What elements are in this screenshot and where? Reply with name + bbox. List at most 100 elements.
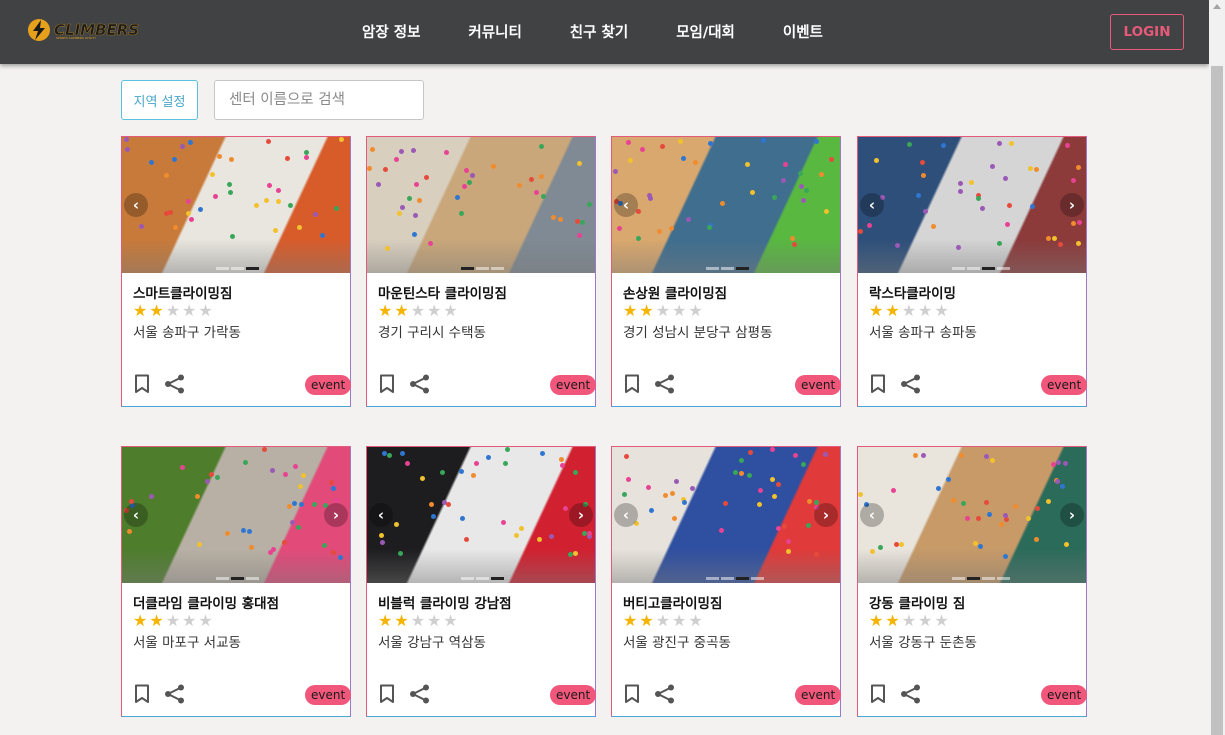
carousel-dot[interactable]	[216, 577, 229, 580]
gym-name[interactable]: 버티고클라이밍짐	[623, 592, 722, 612]
carousel-dot[interactable]	[231, 267, 244, 270]
share-icon[interactable]	[900, 374, 922, 394]
gym-photo-carousel[interactable]: ‹ ›	[858, 447, 1086, 583]
scroll-up-arrow-icon[interactable]	[1213, 4, 1221, 9]
carousel-dot[interactable]	[751, 577, 764, 580]
gym-photo-carousel[interactable]: ‹ ›	[122, 447, 350, 583]
region-setting-button[interactable]: 지역 설정	[121, 80, 198, 120]
nav-events[interactable]: 이벤트	[783, 21, 823, 42]
event-badge[interactable]: event	[1041, 685, 1088, 705]
carousel-dot[interactable]	[736, 267, 749, 270]
page-scrollbar[interactable]	[1209, 0, 1225, 735]
bookmark-icon[interactable]	[379, 684, 395, 704]
carousel-dot[interactable]	[721, 267, 734, 270]
bookmark-icon[interactable]	[134, 684, 150, 704]
event-badge[interactable]: event	[550, 685, 597, 705]
nav-meetups[interactable]: 모임/대회	[676, 21, 735, 42]
carousel-dot[interactable]	[997, 267, 1010, 270]
carousel-dot[interactable]	[736, 577, 749, 580]
climbing-hold	[334, 206, 339, 211]
carousel-dot[interactable]	[721, 577, 734, 580]
gym-card[interactable]: ‹ › 더클라임 클라이밍 홍대점 ★ ★ ★ ★ ★ 서울 마포구 서교동 event	[121, 446, 352, 717]
gym-photo-carousel[interactable]	[367, 137, 595, 273]
event-badge[interactable]: event	[550, 375, 597, 395]
bookmark-icon[interactable]	[134, 374, 150, 394]
gym-name[interactable]: 마운틴스타 클라이밍짐	[378, 282, 507, 302]
gym-name[interactable]: 강동 클라이밍 짐	[869, 592, 965, 612]
login-button[interactable]: LOGIN	[1110, 14, 1184, 50]
carousel-dot[interactable]	[967, 267, 980, 270]
bookmark-icon[interactable]	[870, 684, 886, 704]
carousel-dot[interactable]	[246, 267, 259, 270]
gym-name[interactable]: 스마트클라이밍짐	[133, 282, 232, 302]
bookmark-icon[interactable]	[379, 374, 395, 394]
carousel-dot[interactable]	[246, 577, 259, 580]
gym-name[interactable]: 락스타클라이밍	[869, 282, 956, 302]
nav-find-friends[interactable]: 친구 찾기	[570, 21, 628, 42]
gym-card[interactable]: 마운틴스타 클라이밍짐 ★ ★ ★ ★ ★ 경기 구리시 수택동 event	[366, 136, 597, 407]
carousel-prev-button[interactable]: ‹	[614, 503, 638, 527]
nav-community[interactable]: 커뮤니티	[468, 21, 521, 42]
gym-card[interactable]: ‹ › 버티고클라이밍짐 ★ ★ ★ ★ ★ 서울 광진구 중곡동 event	[611, 446, 842, 717]
carousel-prev-button[interactable]: ‹	[860, 193, 884, 217]
carousel-dot[interactable]	[982, 577, 995, 580]
event-badge[interactable]: event	[795, 685, 842, 705]
carousel-dot[interactable]	[706, 267, 719, 270]
carousel-prev-button[interactable]: ‹	[614, 193, 638, 217]
event-badge[interactable]: event	[305, 375, 352, 395]
gym-card[interactable]: ‹ › 비블럭 클라이밍 강남점 ★ ★ ★ ★ ★ 서울 강남구 역삼동 event	[366, 446, 597, 717]
gym-photo-carousel[interactable]: ‹ ›	[612, 447, 840, 583]
carousel-prev-button[interactable]: ‹	[369, 503, 393, 527]
event-badge[interactable]: event	[1041, 375, 1088, 395]
gym-photo-carousel[interactable]: ‹ ›	[858, 137, 1086, 273]
gym-photo-carousel[interactable]: ‹ ›	[367, 447, 595, 583]
carousel-dot[interactable]	[952, 577, 965, 580]
gym-name[interactable]: 손상원 클라이밍짐	[623, 282, 727, 302]
carousel-dot[interactable]	[476, 577, 489, 580]
share-icon[interactable]	[654, 684, 676, 704]
carousel-dot[interactable]	[231, 577, 244, 580]
nav-gym-info[interactable]: 암장 정보	[362, 21, 420, 42]
bookmark-icon[interactable]	[870, 374, 886, 394]
carousel-next-button[interactable]: ›	[1060, 193, 1084, 217]
gym-photo-carousel[interactable]: ‹	[122, 137, 350, 273]
carousel-next-button[interactable]: ›	[814, 503, 838, 527]
event-badge[interactable]: event	[795, 375, 842, 395]
bookmark-icon[interactable]	[624, 374, 640, 394]
carousel-dot[interactable]	[706, 577, 719, 580]
share-icon[interactable]	[654, 374, 676, 394]
carousel-dot[interactable]	[952, 267, 965, 270]
carousel-dot[interactable]	[461, 577, 474, 580]
gym-card[interactable]: ‹ › 강동 클라이밍 짐 ★ ★ ★ ★ ★ 서울 강동구 둔촌동 event	[857, 446, 1088, 717]
bookmark-icon[interactable]	[624, 684, 640, 704]
share-icon[interactable]	[409, 374, 431, 394]
scrollbar-thumb[interactable]	[1211, 66, 1223, 735]
share-icon[interactable]	[164, 684, 186, 704]
event-badge[interactable]: event	[305, 685, 352, 705]
carousel-dot[interactable]	[982, 267, 995, 270]
gym-name[interactable]: 더클라임 클라이밍 홍대점	[133, 592, 279, 612]
carousel-dot[interactable]	[216, 267, 229, 270]
carousel-dot[interactable]	[461, 267, 474, 270]
carousel-dot[interactable]	[491, 267, 504, 270]
share-icon[interactable]	[409, 684, 431, 704]
carousel-next-button[interactable]: ›	[1060, 503, 1084, 527]
carousel-dot[interactable]	[491, 577, 504, 580]
gym-search-input[interactable]	[214, 80, 424, 120]
carousel-next-button[interactable]: ›	[569, 503, 593, 527]
share-icon[interactable]	[164, 374, 186, 394]
carousel-dot[interactable]	[967, 577, 980, 580]
climbers-logo[interactable]: CLIMBERS SPORTS CLIMBERS UTILITY	[26, 16, 139, 44]
share-icon[interactable]	[900, 684, 922, 704]
gym-card[interactable]: ‹ 손상원 클라이밍짐 ★ ★ ★ ★ ★ 경기 성남시 분당구 삼평동 event	[611, 136, 842, 407]
carousel-prev-button[interactable]: ‹	[124, 503, 148, 527]
gym-card[interactable]: ‹ › 락스타클라이밍 ★ ★ ★ ★ ★ 서울 송파구 송파동 event	[857, 136, 1088, 407]
carousel-prev-button[interactable]: ‹	[860, 503, 884, 527]
gym-photo-carousel[interactable]: ‹	[612, 137, 840, 273]
carousel-next-button[interactable]: ›	[324, 503, 348, 527]
carousel-dot[interactable]	[997, 577, 1010, 580]
carousel-dot[interactable]	[476, 267, 489, 270]
gym-name[interactable]: 비블럭 클라이밍 강남점	[378, 592, 512, 612]
gym-card[interactable]: ‹ 스마트클라이밍짐 ★ ★ ★ ★ ★ 서울 송파구 가락동 event	[121, 136, 352, 407]
carousel-prev-button[interactable]: ‹	[124, 193, 148, 217]
